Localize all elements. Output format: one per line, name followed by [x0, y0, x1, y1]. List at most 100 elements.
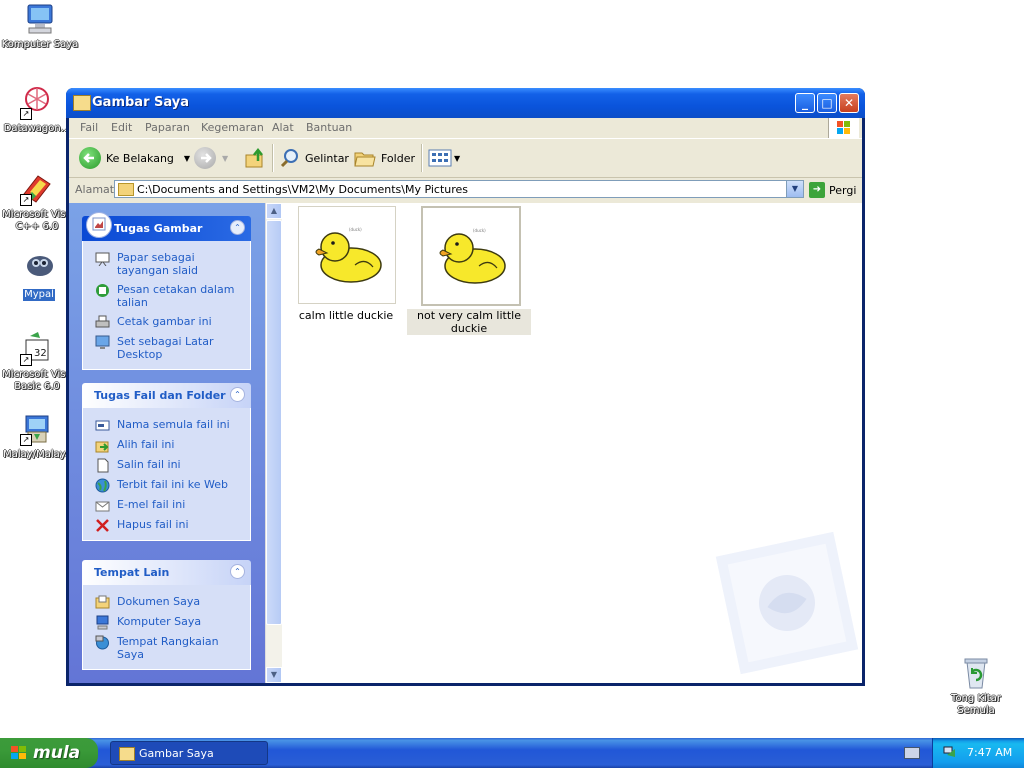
place-network[interactable]: Tempat Rangkaian Saya — [83, 633, 250, 665]
my-pictures-folder-icon — [119, 747, 135, 761]
address-dropdown-icon[interactable]: ▼ — [786, 181, 803, 197]
menu-favorites[interactable]: Kegemaran — [201, 121, 264, 134]
taskbar-window-label: Gambar Saya — [139, 747, 214, 760]
task-set-desktop-background[interactable]: Set sebagai Latar Desktop — [83, 333, 250, 365]
menu-help[interactable]: Bantuan — [306, 121, 352, 134]
file-thumbnail[interactable]: (duck) — [298, 206, 396, 304]
picture-tasks-body: Papar sebagai tayangan slaid Pesan cetak… — [82, 241, 251, 370]
task-label: Set sebagai Latar Desktop — [117, 335, 214, 361]
task-move[interactable]: Alih fail ini — [83, 436, 250, 456]
close-button[interactable]: ✕ — [839, 93, 859, 113]
email-icon — [95, 501, 110, 512]
desktop-background-icon — [95, 335, 110, 349]
windows-flag-icon — [11, 746, 26, 759]
system-tray: 7:47 AM — [932, 738, 1024, 768]
scroll-up-button[interactable]: ▲ — [266, 203, 282, 219]
task-email[interactable]: E-mel fail ini — [83, 496, 250, 516]
task-rename[interactable]: Nama semula fail ini — [83, 416, 250, 436]
other-places-title: Tempat Lain — [94, 566, 170, 579]
explorer-window: Gambar Saya _ □ ✕ Fail Edit Paparan Kege… — [66, 88, 865, 686]
desktop-icon-recycle-bin[interactable]: Tong Kitar Semula — [936, 656, 1016, 717]
task-pane: Tugas Gambar ⌃ Papar sebagai tayangan sl… — [69, 203, 265, 683]
visual-basic-icon: 32 ↗ — [20, 332, 54, 366]
go-button[interactable]: ➜ Pergi — [809, 181, 856, 199]
task-label: Salin fail ini — [117, 458, 181, 471]
task-label: Alih fail ini — [117, 438, 175, 451]
menu-file[interactable]: Fail — [80, 121, 98, 134]
my-pictures-folder-icon — [73, 95, 91, 111]
collapse-chevron-icon[interactable]: ⌃ — [230, 387, 245, 402]
place-my-computer[interactable]: Komputer Saya — [83, 613, 250, 633]
scroll-down-button[interactable]: ▼ — [266, 667, 282, 683]
slideshow-icon — [95, 252, 110, 266]
shortcut-arrow-icon: ↗ — [20, 434, 32, 446]
task-label: Nama semula fail ini — [117, 418, 230, 431]
task-copy[interactable]: Salin fail ini — [83, 456, 250, 476]
svg-text:32: 32 — [34, 348, 47, 359]
collapse-chevron-icon[interactable]: ⌃ — [230, 564, 245, 579]
views-button[interactable]: ▼ — [428, 146, 460, 170]
picture-tasks-icon — [86, 212, 112, 238]
shortcut-arrow-icon: ↗ — [20, 108, 32, 120]
picture-tasks-header[interactable]: Tugas Gambar ⌃ — [82, 212, 251, 241]
shortcut-arrow-icon: ↗ — [20, 194, 32, 206]
task-slideshow[interactable]: Papar sebagai tayangan slaid — [83, 249, 250, 281]
scrollbar-thumb[interactable] — [266, 220, 282, 625]
task-pane-scrollbar[interactable]: ▲ ▼ — [265, 203, 282, 683]
picture-tasks-panel: Tugas Gambar ⌃ Papar sebagai tayangan sl… — [82, 212, 251, 370]
task-label: Papar sebagai tayangan slaid — [117, 251, 199, 277]
back-dropdown-icon[interactable]: ▼ — [184, 154, 190, 163]
start-label: mula — [33, 743, 81, 763]
menu-bar: Fail Edit Paparan Kegemaran Alat Bantuan — [69, 118, 862, 139]
place-label: Dokumen Saya — [117, 595, 201, 608]
task-label: E-mel fail ini — [117, 498, 186, 511]
task-label: Terbit fail ini ke Web — [117, 478, 229, 491]
duck-image: (duck) — [315, 227, 382, 283]
task-order-prints[interactable]: Pesan cetakan dalam talian — [83, 281, 250, 313]
file-name[interactable]: calm little duckie — [298, 309, 394, 322]
menu-view[interactable]: Paparan — [145, 121, 190, 134]
maximize-button[interactable]: □ — [817, 93, 837, 113]
up-folder-button[interactable] — [244, 146, 266, 170]
menu-edit[interactable]: Edit — [111, 121, 132, 134]
address-path: C:\Documents and Settings\VM2\My Documen… — [137, 183, 469, 196]
delete-icon — [96, 519, 109, 532]
search-button[interactable]: Gelintar — [279, 146, 349, 170]
views-dropdown-icon: ▼ — [454, 153, 461, 163]
taskbar-window-button[interactable]: Gambar Saya — [110, 741, 268, 765]
file-view[interactable]: (duck) calm little duckie (duck) not ver… — [282, 203, 862, 683]
collapse-chevron-icon[interactable]: ⌃ — [230, 220, 245, 235]
start-button[interactable]: mula — [0, 738, 98, 768]
clock[interactable]: 7:47 AM — [967, 746, 1012, 759]
computer-icon — [23, 2, 57, 36]
menu-tools[interactable]: Alat — [272, 121, 294, 134]
shortcut-arrow-icon: ↗ — [20, 354, 32, 366]
desktop-icon-my-computer[interactable]: Komputer Saya — [0, 2, 80, 51]
file-thumbnail-selected[interactable]: (duck) — [421, 206, 521, 306]
back-label: Ke Belakang — [106, 151, 174, 165]
place-my-documents[interactable]: Dokumen Saya — [83, 593, 250, 613]
title-bar[interactable]: Gambar Saya _ □ ✕ — [66, 88, 865, 118]
minimize-button[interactable]: _ — [795, 93, 815, 113]
file-tasks-header[interactable]: Tugas Fail dan Folder ⌃ — [82, 383, 251, 408]
address-field[interactable]: C:\Documents and Settings\VM2\My Documen… — [114, 180, 804, 198]
task-publish-web[interactable]: Terbit fail ini ke Web — [83, 476, 250, 496]
keyboard-icon[interactable] — [904, 747, 920, 759]
task-delete[interactable]: Hapus fail ini — [83, 516, 250, 536]
forward-dropdown-icon[interactable]: ▼ — [222, 154, 228, 163]
task-print-picture[interactable]: Cetak gambar ini — [83, 313, 250, 333]
task-label: Cetak gambar ini — [117, 315, 212, 328]
rename-icon — [95, 420, 110, 431]
duck-image: (duck) — [439, 228, 506, 284]
forward-button[interactable]: ▼ — [194, 146, 228, 170]
network-tray-icon[interactable] — [943, 745, 957, 759]
folders-button[interactable]: Folder — [353, 146, 415, 170]
file-name-selected[interactable]: not very calm little duckie — [407, 309, 531, 335]
back-button[interactable]: Ke Belakang ▼ — [79, 146, 190, 170]
toolbar-separator — [272, 144, 274, 172]
datawagon-icon: ↗ — [20, 86, 54, 120]
back-arrow-icon — [79, 147, 101, 169]
other-places-header[interactable]: Tempat Lain ⌃ — [82, 560, 251, 585]
place-label: Tempat Rangkaian Saya — [117, 635, 219, 661]
file-tasks-title: Tugas Fail dan Folder — [94, 389, 226, 402]
